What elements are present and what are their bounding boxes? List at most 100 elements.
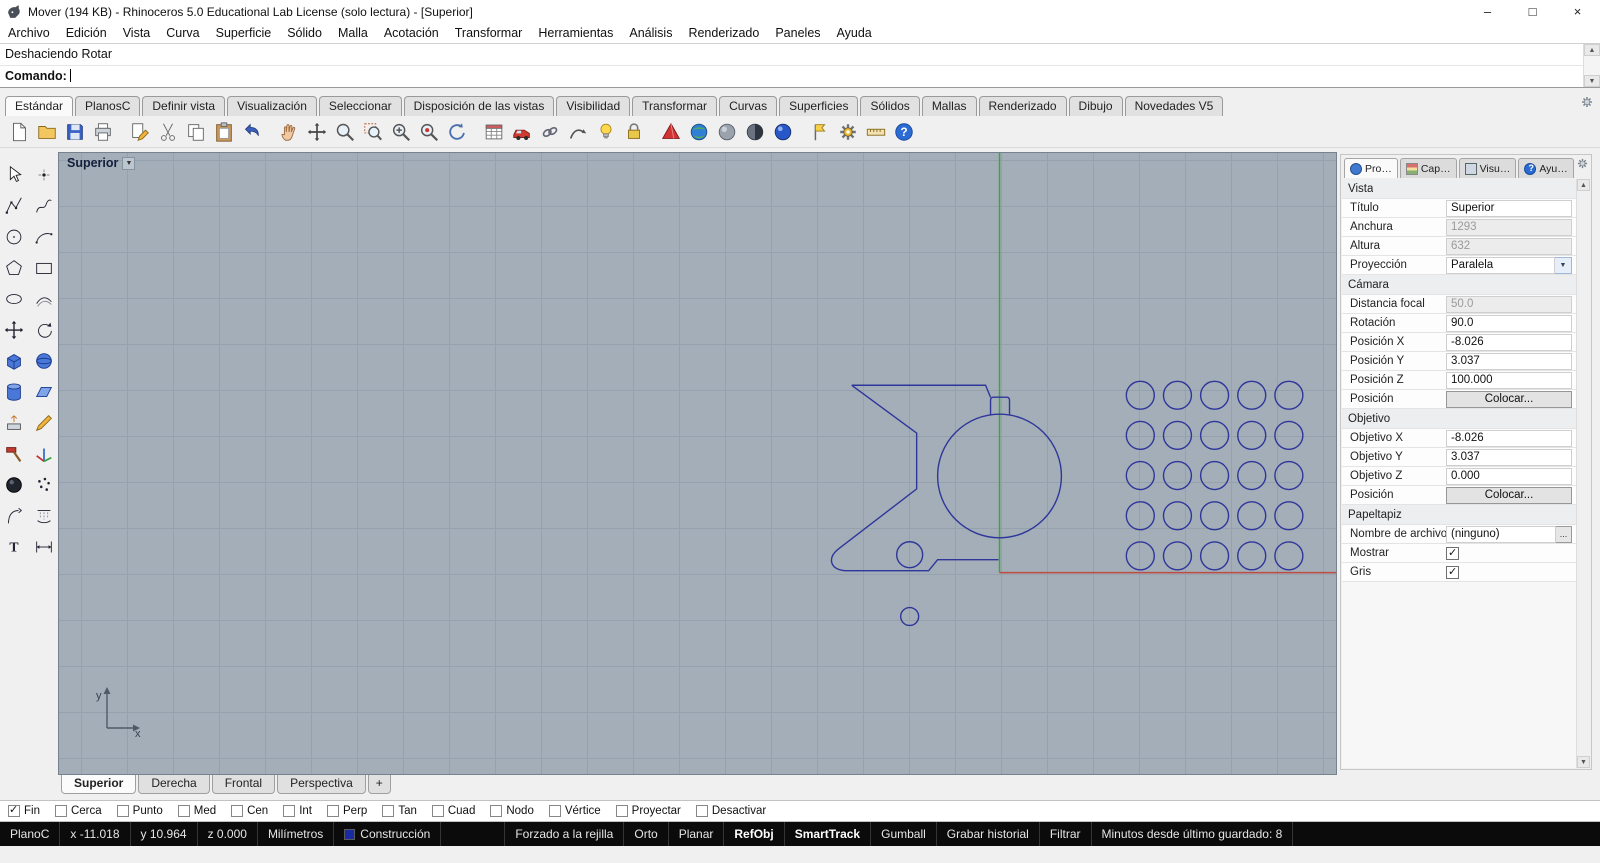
panel-tab[interactable]: Visu… (1458, 158, 1517, 178)
statusbar-segment[interactable]: Gumball (871, 822, 937, 846)
extrude-tool-icon[interactable] (1, 410, 27, 436)
menu-item[interactable]: Malla (330, 23, 376, 43)
property-value-text[interactable]: 632 (1446, 237, 1572, 255)
property-value[interactable]: 3.037 ▼ ... (1446, 448, 1572, 466)
property-value[interactable]: 1293 ▼ ... (1446, 218, 1572, 236)
checkbox-icon[interactable] (615, 805, 628, 817)
toolbar-tab[interactable]: Visibilidad (556, 96, 631, 116)
statusbar-segment[interactable]: RefObj (724, 822, 785, 846)
analysis-sphere-icon[interactable] (1, 472, 27, 498)
toolbar-tab[interactable]: Definir vista (142, 96, 226, 116)
help-icon[interactable]: ? (891, 119, 917, 145)
gear-icon[interactable] (835, 119, 861, 145)
render-globe-icon[interactable] (686, 119, 712, 145)
toolbar-tab[interactable]: Estándar (5, 96, 74, 116)
hammer-tool-icon[interactable] (1, 441, 27, 467)
polyline-icon[interactable] (1, 193, 27, 219)
checkbox-icon[interactable] (283, 805, 296, 817)
checkbox-icon[interactable] (8, 803, 20, 817)
checkbox-icon[interactable] (548, 805, 561, 817)
add-viewport-tab-button[interactable]: + (367, 775, 391, 794)
menu-item[interactable]: Renderizado (680, 23, 767, 43)
checkbox-icon[interactable] (695, 805, 708, 817)
maximize-button[interactable]: □ (1510, 0, 1555, 23)
property-value-text[interactable]: 0.000 (1446, 467, 1572, 485)
checkbox-icon[interactable] (231, 805, 244, 817)
ellipse-tool-icon[interactable] (1, 286, 27, 312)
viewport-tab[interactable]: Frontal (211, 775, 276, 794)
toolbar-tab[interactable]: Superficies (779, 96, 859, 116)
axes-tool-icon[interactable] (31, 441, 57, 467)
toolbar-tab[interactable]: Novedades V5 (1124, 96, 1224, 116)
rectangle-tool-icon[interactable] (31, 255, 57, 281)
toolbar-tab[interactable]: Sólidos (860, 96, 920, 116)
checkbox-icon[interactable] (382, 805, 395, 817)
property-value[interactable]: ▼ ... (1446, 545, 1572, 562)
render-red-icon[interactable] (658, 119, 684, 145)
command-input[interactable]: Comando: (0, 66, 1600, 88)
rotate-tool-icon[interactable] (31, 317, 57, 343)
browse-button[interactable]: ... (1556, 525, 1572, 543)
osnap-toggle[interactable]: Perp (327, 805, 367, 817)
cut-scissors-icon[interactable] (155, 119, 181, 145)
osnap-toggle[interactable]: Cen (231, 805, 268, 817)
property-value-text[interactable]: 100.000 (1446, 371, 1572, 389)
property-value-text[interactable]: 50.0 (1446, 295, 1572, 313)
viewport-tab[interactable]: Derecha (138, 775, 210, 794)
toolbar-options-gear-icon[interactable] (1580, 95, 1594, 114)
menu-item[interactable]: Ayuda (829, 23, 880, 43)
point-cloud-icon[interactable] (31, 472, 57, 498)
property-value[interactable]: Colocar... ▼ ... (1446, 486, 1572, 504)
scroll-up-icon[interactable]: ▲ (1584, 44, 1600, 56)
statusbar-segment[interactable]: Filtrar (1040, 822, 1092, 846)
checkbox-icon[interactable] (431, 805, 444, 817)
checkbox-icon[interactable] (490, 805, 503, 817)
menu-item[interactable]: Superficie (208, 23, 280, 43)
layer-table-icon[interactable] (481, 119, 507, 145)
panel-tab[interactable]: Ayu… (1518, 158, 1574, 178)
command-scrollbar[interactable]: ▲ ▼ (1583, 44, 1600, 87)
osnap-toggle[interactable]: Vértice (548, 805, 601, 817)
pencil-tool-icon[interactable] (31, 410, 57, 436)
toolbar-tab[interactable]: Transformar (632, 96, 718, 116)
minimize-button[interactable]: – (1465, 0, 1510, 23)
property-value-text[interactable]: Colocar... (1446, 486, 1572, 504)
open-folder-icon[interactable] (34, 119, 60, 145)
osnap-toggle[interactable]: Proyectar (615, 805, 681, 817)
toolbar-tab[interactable]: Visualización (227, 96, 317, 116)
osnap-toggle[interactable]: Med (177, 805, 216, 817)
pan-hand-icon[interactable] (276, 119, 302, 145)
statusbar-segment[interactable]: Orto (624, 822, 669, 846)
select-arrow-icon[interactable] (1, 162, 27, 188)
statusbar-segment[interactable]: x -11.018 (60, 822, 131, 846)
checkbox-icon[interactable] (327, 805, 340, 817)
panel-scrollbar[interactable]: ▲ ▼ (1576, 179, 1590, 768)
property-value[interactable]: 0.000 ▼ ... (1446, 467, 1572, 485)
checkbox-icon[interactable] (1446, 546, 1459, 560)
property-value[interactable]: -8.026 ▼ ... (1446, 429, 1572, 447)
zoom-selected-icon[interactable] (416, 119, 442, 145)
ghosted-sphere-icon[interactable] (742, 119, 768, 145)
statusbar-segment[interactable]: Grabar historial (937, 822, 1040, 846)
menu-item[interactable]: Análisis (621, 23, 680, 43)
plane-tool-icon[interactable] (31, 379, 57, 405)
property-value-text[interactable]: Paralela (1446, 256, 1555, 274)
checkbox-icon[interactable] (1446, 565, 1459, 579)
flag-icon[interactable] (807, 119, 833, 145)
toolbar-tab[interactable]: Dibujo (1068, 96, 1123, 116)
statusbar-segment[interactable]: z 0.000 (198, 822, 258, 846)
box-tool-icon[interactable] (1, 348, 27, 374)
text-tool-icon[interactable]: T (1, 534, 27, 560)
project-tool-icon[interactable] (31, 503, 57, 529)
cylinder-tool-icon[interactable] (1, 379, 27, 405)
curve-arrow-icon[interactable] (565, 119, 591, 145)
property-value-text[interactable]: Colocar... (1446, 390, 1572, 408)
dropdown-arrow-icon[interactable]: ▼ (1555, 256, 1572, 274)
property-value-text[interactable]: -8.026 (1446, 429, 1572, 447)
statusbar-segment[interactable]: PlanoC (0, 822, 61, 846)
property-value-text[interactable]: 3.037 (1446, 448, 1572, 466)
offset-tool-icon[interactable] (31, 286, 57, 312)
menu-item[interactable]: Transformar (447, 23, 531, 43)
scroll-down-icon[interactable]: ▼ (1584, 75, 1600, 87)
statusbar-segment[interactable]: SmartTrack (785, 822, 872, 846)
